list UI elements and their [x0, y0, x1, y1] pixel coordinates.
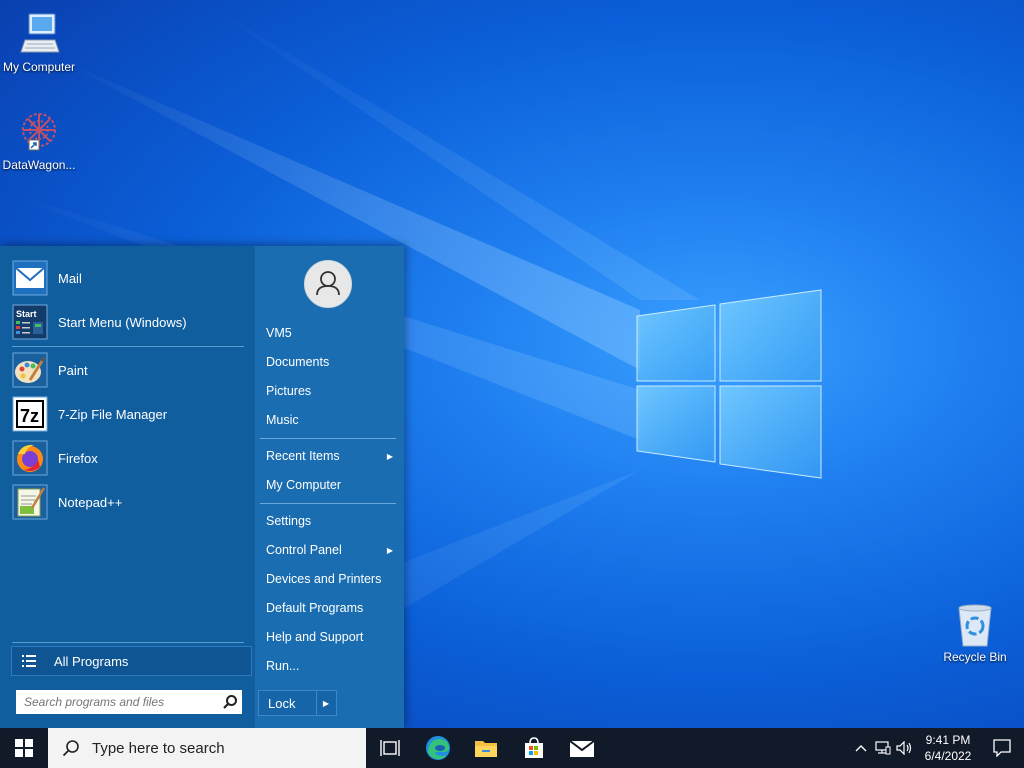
store-button[interactable] — [510, 728, 558, 768]
place-my-computer[interactable]: My Computer — [266, 473, 396, 497]
submenu-arrow-icon: ▶ — [386, 545, 393, 555]
start-menu-icon: Start — [12, 304, 48, 340]
place-music[interactable]: Music — [266, 408, 396, 432]
clock-date: 6/4/2022 — [924, 749, 972, 763]
search-icon[interactable] — [222, 694, 238, 710]
lock-button[interactable]: Lock — [259, 696, 316, 711]
place-pictures[interactable]: Pictures — [266, 379, 396, 403]
start-button[interactable] — [0, 728, 48, 768]
place-label: Pictures — [266, 384, 312, 398]
power-options-arrow-icon[interactable]: ▶ — [317, 699, 335, 708]
program-notepadpp[interactable]: Notepad++ — [12, 482, 246, 522]
place-label: Documents — [266, 355, 330, 369]
place-documents[interactable]: Documents — [266, 350, 396, 374]
desktop-icon-my-computer[interactable]: My Computer — [0, 10, 78, 74]
task-view-button[interactable] — [366, 728, 414, 768]
taskbar-search-placeholder: Type here to search — [92, 739, 225, 757]
place-label: Recent Items — [266, 449, 340, 463]
all-programs-label: All Programs — [54, 653, 129, 669]
7zip-icon: 7z — [12, 396, 48, 432]
file-explorer-icon — [475, 741, 497, 757]
place-recent-items[interactable]: Recent Items ▶ — [266, 444, 396, 468]
action-center-button[interactable] — [980, 728, 1024, 768]
program-label: Start Menu (Windows) — [58, 314, 187, 330]
mail-taskbar-button[interactable] — [558, 728, 606, 768]
list-icon — [22, 655, 36, 667]
user-icon — [316, 271, 340, 296]
program-label: Mail — [58, 270, 82, 286]
program-start-menu-windows[interactable]: Start Start Menu (Windows) — [12, 302, 246, 342]
task-view-icon — [380, 740, 400, 756]
notepadpp-icon — [12, 484, 48, 520]
windows-start-icon — [15, 739, 33, 757]
place-label: Settings — [266, 514, 312, 528]
taskbar-search-box[interactable]: Type here to search — [48, 728, 366, 768]
search-icon — [62, 740, 79, 757]
all-programs-button[interactable]: All Programs — [11, 646, 252, 676]
file-explorer-button[interactable] — [462, 728, 510, 768]
start-search-box[interactable] — [16, 690, 242, 714]
svg-text:Start: Start — [16, 309, 37, 319]
taskbar: Type here to search 9:41 PM 6/4/2022 — [0, 728, 1024, 768]
datawagon-icon — [15, 108, 63, 156]
program-label: Notepad++ — [58, 494, 123, 510]
place-label: My Computer — [266, 478, 342, 492]
network-icon[interactable] — [872, 728, 894, 768]
place-label: Music — [266, 413, 299, 427]
firefox-icon — [12, 440, 48, 476]
desktop-icon-label: My Computer — [2, 60, 76, 74]
lock-button-group: Lock ▶ — [258, 690, 337, 716]
program-label: Firefox — [58, 450, 98, 466]
place-label: Devices and Printers — [266, 572, 382, 586]
desktop-icon-recycle-bin[interactable]: Recycle Bin — [936, 600, 1014, 664]
notification-icon — [993, 739, 1011, 757]
divider — [260, 503, 396, 504]
place-devices-and-printers[interactable]: Devices and Printers — [266, 567, 396, 591]
program-mail[interactable]: Mail — [12, 258, 246, 298]
mail-icon — [569, 740, 595, 757]
divider — [12, 642, 244, 643]
start-search-input[interactable] — [22, 694, 216, 710]
recycle-bin-icon — [951, 600, 999, 648]
place-label: Run... — [266, 659, 300, 673]
desktop-icon-datawagon[interactable]: DataWagon... — [0, 108, 78, 172]
desktop-icon-label: Recycle Bin — [943, 650, 1007, 664]
place-control-panel[interactable]: Control Panel ▶ — [266, 538, 396, 562]
start-menu-programs-pane: Mail Start Start Menu (Windows) Paint 7z… — [0, 246, 255, 728]
place-label: Control Panel — [266, 543, 342, 557]
store-icon — [525, 737, 543, 758]
volume-icon[interactable] — [894, 728, 916, 768]
mail-icon — [12, 260, 48, 296]
user-name-link[interactable]: VM5 — [266, 321, 396, 345]
computer-icon — [15, 10, 63, 58]
start-menu-places-pane: VM5 Documents Pictures Music Recent Item… — [255, 246, 404, 728]
submenu-arrow-icon: ▶ — [386, 451, 393, 461]
show-hidden-icons-chevron-icon[interactable] — [850, 728, 872, 768]
place-run[interactable]: Run... — [266, 654, 396, 678]
svg-text:7z: 7z — [20, 406, 39, 426]
clock[interactable]: 9:41 PM 6/4/2022 — [916, 732, 980, 764]
program-7zip[interactable]: 7z 7-Zip File Manager — [12, 394, 246, 434]
place-help-and-support[interactable]: Help and Support — [266, 625, 396, 649]
program-paint[interactable]: Paint — [12, 350, 246, 390]
place-label: Help and Support — [266, 630, 364, 644]
windows-logo — [636, 289, 822, 479]
divider — [260, 438, 396, 439]
edge-button[interactable] — [414, 728, 462, 768]
desktop-icon-label: DataWagon... — [2, 158, 76, 172]
divider — [12, 346, 244, 347]
user-name: VM5 — [266, 326, 292, 340]
clock-time: 9:41 PM — [925, 733, 971, 747]
paint-icon — [12, 352, 48, 388]
program-label: Paint — [58, 362, 88, 378]
place-settings[interactable]: Settings — [266, 509, 396, 533]
edge-icon — [426, 736, 450, 760]
place-label: Default Programs — [266, 601, 364, 615]
user-avatar[interactable] — [304, 260, 352, 308]
program-firefox[interactable]: Firefox — [12, 438, 246, 478]
place-default-programs[interactable]: Default Programs — [266, 596, 396, 620]
program-label: 7-Zip File Manager — [58, 406, 168, 422]
system-tray: 9:41 PM 6/4/2022 — [850, 728, 1024, 768]
start-menu: Mail Start Start Menu (Windows) Paint 7z… — [0, 246, 404, 728]
